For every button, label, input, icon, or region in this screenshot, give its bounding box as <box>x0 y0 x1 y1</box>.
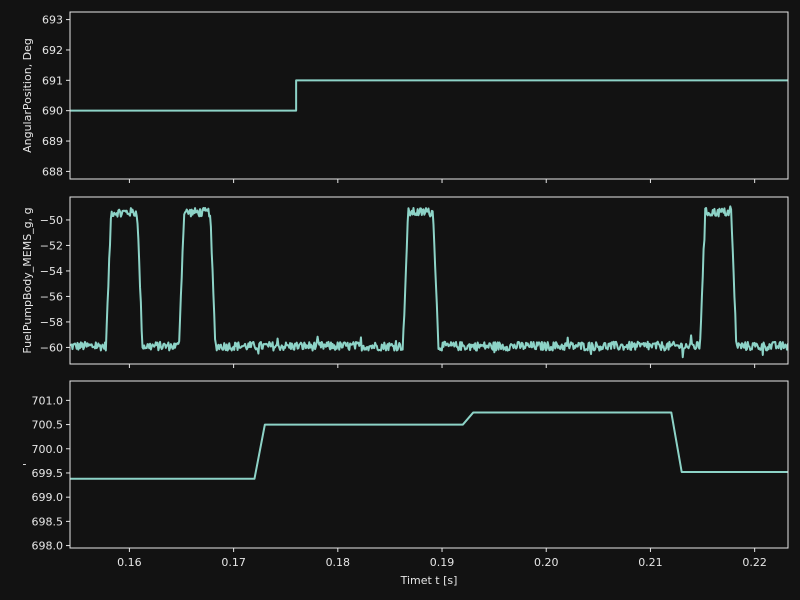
subplot-3: 698.0 698.5 699.0 699.5 700.0 700.5 701.0 0.16 0… <box>21 380 789 587</box>
x-tick-label: 0.20 <box>534 556 559 569</box>
y-tick-label: 699.0 <box>32 491 64 504</box>
x-tick-label: 0.19 <box>430 556 455 569</box>
y-tick-label: 698.0 <box>32 540 64 553</box>
axes-frame <box>69 11 789 180</box>
y-tick-label: −60 <box>40 341 63 354</box>
y-tick-label: 698.5 <box>32 515 64 528</box>
figure: 688 689 690 691 692 693 AngularPosition, Deg −6… <box>21 11 789 587</box>
y-tick-label: −52 <box>40 239 63 252</box>
x-axis-label: Timet t [s] <box>400 574 458 587</box>
x-tick-label: 0.18 <box>326 556 351 569</box>
y-tick-label: 690 <box>42 105 63 118</box>
x-tick-label: 0.16 <box>117 556 142 569</box>
subplot-2: −60 −58 −56 −54 −52 −50 FuelPumpBody_MEMS_g, g <box>21 196 789 368</box>
x-tick-label: 0.22 <box>742 556 767 569</box>
x-tick-label: 0.21 <box>638 556 663 569</box>
y-tick-label: 691 <box>42 74 63 87</box>
subplot-1: 688 689 690 691 692 693 AngularPosition, Deg <box>21 11 789 183</box>
y-axis-label: ' <box>21 463 34 466</box>
y-tick-label: 700.0 <box>32 443 64 456</box>
y-tick-label: −54 <box>40 265 63 278</box>
x-tick-label: 0.17 <box>221 556 246 569</box>
y-tick-label: 701.0 <box>32 394 64 407</box>
y-tick-label: 688 <box>42 165 63 178</box>
y-tick-label: 692 <box>42 44 63 57</box>
y-tick-label: −58 <box>40 316 63 329</box>
y-tick-label: 689 <box>42 135 63 148</box>
axes-frame <box>69 196 789 365</box>
series-line-3 <box>70 411 788 480</box>
y-axis-label: FuelPumpBody_MEMS_g, g <box>21 207 34 353</box>
y-tick-label: 699.5 <box>32 467 64 480</box>
y-tick-label: 693 <box>42 14 63 27</box>
y-tick-label: −56 <box>40 290 63 303</box>
series-line-2 <box>70 205 788 359</box>
y-tick-label: −50 <box>40 214 63 227</box>
y-tick-label: 700.5 <box>32 419 64 432</box>
y-axis-label: AngularPosition, Deg <box>21 38 34 153</box>
series-line-1 <box>70 79 788 112</box>
